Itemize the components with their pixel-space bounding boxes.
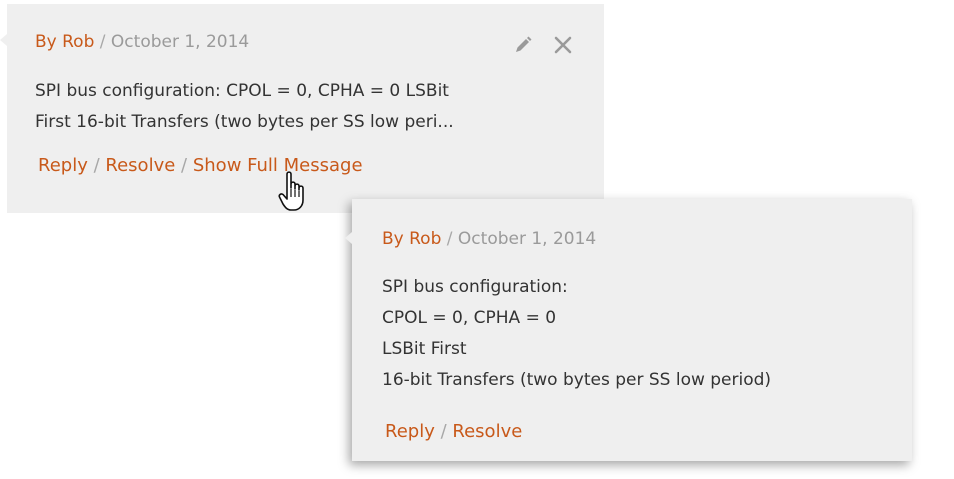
comment-body-line: First 16-bit Transfers (two bytes per SS… [35,112,454,132]
comment-author[interactable]: By Rob [35,32,94,52]
comment-body-line: CPOL = 0, CPHA = 0 [382,308,557,328]
resolve-link[interactable]: Resolve [105,155,175,176]
hand-pointer-icon [278,170,312,214]
comment-meta: By Rob / October 1, 2014 [382,229,596,249]
action-separator: / [93,155,100,176]
card-pointer-notch [0,34,7,46]
comment-meta: By Rob / October 1, 2014 [35,32,249,52]
reply-link[interactable]: Reply [38,155,88,176]
page: By Rob / October 1, 2014 SPI bus configu… [0,0,954,479]
comment-card-expanded: By Rob / October 1, 2014 SPI bus configu… [345,199,912,461]
close-icon[interactable] [552,34,574,56]
comment-author[interactable]: By Rob [382,229,441,249]
comment-actions: Reply / Resolve / Show Full Message [38,155,363,176]
comment-body: SPI bus configuration: CPOL = 0, CPHA = … [382,272,771,396]
comment-date: October 1, 2014 [457,229,597,249]
comment-body: SPI bus configuration: CPOL = 0, CPHA = … [35,76,454,138]
resolve-link[interactable]: Resolve [452,421,522,442]
action-separator: / [181,155,188,176]
comment-actions: Reply / Resolve [385,421,522,442]
comment-body-line: SPI bus configuration: [382,277,568,297]
action-separator: / [440,421,447,442]
meta-separator: / [99,32,106,52]
comment-body-line: SPI bus configuration: CPOL = 0, CPHA = … [35,81,449,101]
comment-date: October 1, 2014 [110,32,250,52]
reply-link[interactable]: Reply [385,421,435,442]
comment-body-line: LSBit First [382,339,467,359]
comment-body-line: 16-bit Transfers (two bytes per SS low p… [382,370,772,390]
meta-separator: / [446,229,453,249]
card-pointer-notch [345,232,352,244]
pencil-icon[interactable] [512,34,534,56]
